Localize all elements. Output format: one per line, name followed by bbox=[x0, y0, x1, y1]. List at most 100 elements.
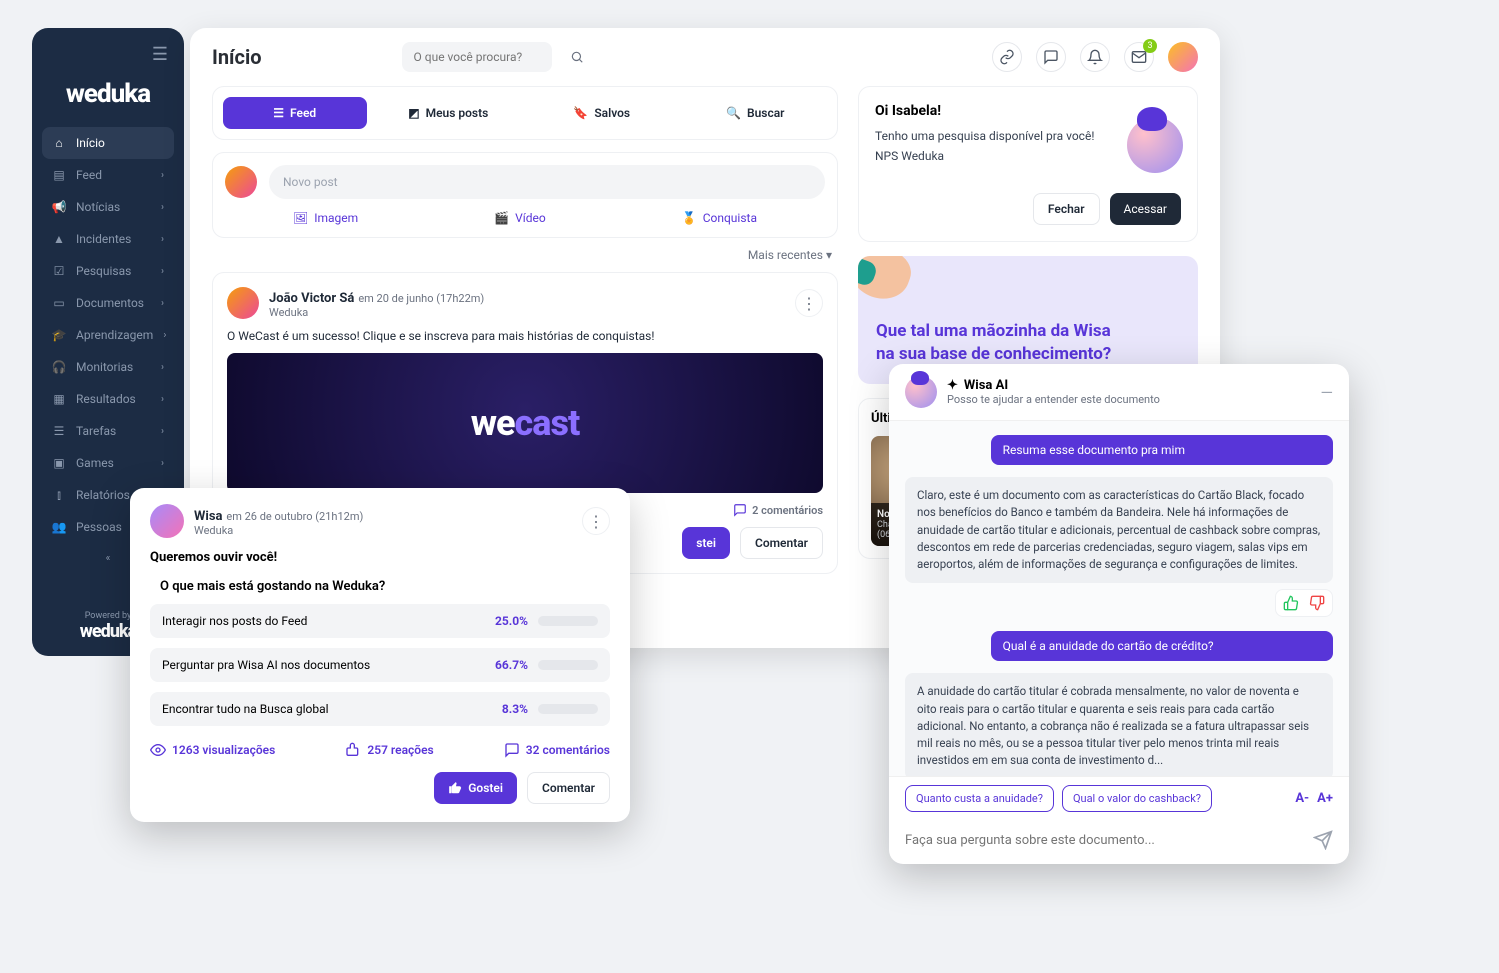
poll-option[interactable]: Interagir nos posts do Feed 25.0% bbox=[150, 604, 610, 638]
poll-option-pct: 8.3% bbox=[484, 702, 528, 716]
poll-option-label: Perguntar pra Wisa AI nos documentos bbox=[162, 658, 484, 672]
suggestion-chip[interactable]: Quanto custa a anuidade? bbox=[905, 785, 1054, 812]
like-button[interactable]: stei bbox=[682, 527, 730, 559]
post-org: Weduka bbox=[269, 306, 484, 319]
sidebar-item-resultados[interactable]: ▦ Resultados › bbox=[42, 383, 174, 415]
feed-icon: ☰ bbox=[273, 106, 284, 120]
megaphone-icon: 📢 bbox=[52, 200, 66, 214]
sidebar-item-noticias[interactable]: 📢 Notícias › bbox=[42, 191, 174, 223]
sidebar-item-label: Pessoas bbox=[76, 520, 122, 534]
sort-dropdown[interactable]: Mais recentes ▾ bbox=[212, 248, 838, 262]
sidebar-item-label: Resultados bbox=[76, 392, 136, 406]
post-menu-button[interactable]: ⋮ bbox=[795, 289, 823, 317]
sidebar-item-inicio[interactable]: ⌂ Início bbox=[42, 127, 174, 159]
font-decrease-button[interactable]: A- bbox=[1295, 791, 1309, 806]
sidebar-item-feed[interactable]: ▤ Feed › bbox=[42, 159, 174, 191]
thumbs-up-icon[interactable] bbox=[1282, 594, 1300, 612]
headphones-icon: 🎧 bbox=[52, 360, 66, 374]
poll-option-label: Encontrar tudo na Busca global bbox=[162, 702, 484, 716]
sidebar-item-documentos[interactable]: ▭ Documentos › bbox=[42, 287, 174, 319]
tasks-icon: ☰ bbox=[52, 424, 66, 438]
ai-message: Claro, este é um documento com as caract… bbox=[905, 477, 1333, 583]
sidebar-item-label: Notícias bbox=[76, 200, 120, 214]
tab-label: Meus posts bbox=[426, 106, 489, 120]
poll-comment-button[interactable]: Comentar bbox=[527, 772, 610, 804]
tab-search[interactable]: 🔍 Buscar bbox=[684, 97, 828, 129]
poll-lead: Queremos ouvir você! bbox=[150, 550, 610, 565]
sidebar-item-label: Incidentes bbox=[76, 232, 131, 246]
topbar-actions: 3 bbox=[992, 42, 1198, 72]
chevron-right-icon: › bbox=[161, 266, 164, 277]
sidebar-item-games[interactable]: ▣ Games › bbox=[42, 447, 174, 479]
feed-icon: ▤ bbox=[52, 168, 66, 182]
sidebar-item-aprendizagem[interactable]: 🎓 Aprendizagem › bbox=[42, 319, 174, 351]
post-timestamp: em 20 de junho (17h22m) bbox=[358, 292, 484, 305]
search-input[interactable] bbox=[414, 50, 570, 64]
caret-down-icon: ▾ bbox=[826, 248, 832, 262]
thumbs-down-icon[interactable] bbox=[1308, 594, 1326, 612]
sidebar-item-label: Documentos bbox=[76, 296, 144, 310]
wisa-ai-panel: ✦Wisa AI Posso te ajudar a entender este… bbox=[889, 364, 1349, 864]
user-avatar[interactable] bbox=[1168, 42, 1198, 72]
notice-title: Oi Isabela! bbox=[875, 103, 1181, 119]
font-increase-button[interactable]: A+ bbox=[1317, 791, 1333, 806]
wisa-text-input[interactable] bbox=[905, 833, 1303, 848]
author-avatar[interactable] bbox=[227, 287, 259, 319]
notice-access-button[interactable]: Acessar bbox=[1110, 193, 1181, 225]
comment-button[interactable]: Comentar bbox=[740, 527, 823, 559]
home-icon: ⌂ bbox=[52, 136, 66, 150]
wisa-avatar-icon bbox=[905, 376, 937, 408]
chat-button[interactable] bbox=[1036, 42, 1066, 72]
minimize-button[interactable]: — bbox=[1321, 383, 1334, 402]
notice-close-button[interactable]: Fechar bbox=[1033, 193, 1100, 225]
poll-menu-button[interactable]: ⋮ bbox=[582, 507, 610, 535]
poll-option[interactable]: Encontrar tudo na Busca global 8.3% bbox=[150, 692, 610, 726]
wisa-avatar bbox=[150, 504, 184, 538]
survey-icon: ☑ bbox=[52, 264, 66, 278]
tab-saved[interactable]: 🔖 Salvos bbox=[530, 97, 674, 129]
mail-button[interactable]: 3 bbox=[1124, 42, 1154, 72]
poll-views: 1263 visualizações bbox=[150, 742, 275, 758]
hand-icon bbox=[858, 256, 917, 307]
poll-comments: 32 comentários bbox=[504, 742, 610, 758]
newpost-achievement[interactable]: 🏅Conquista bbox=[682, 211, 757, 225]
send-icon[interactable] bbox=[1313, 830, 1333, 850]
sidebar-item-label: Pesquisas bbox=[76, 264, 131, 278]
post-author: João Victor Sá bbox=[269, 291, 354, 306]
newpost-input[interactable]: Novo post bbox=[269, 165, 825, 199]
link-button[interactable] bbox=[992, 42, 1022, 72]
bell-button[interactable] bbox=[1080, 42, 1110, 72]
ai-message: A anuidade do cartão titular é cobrada m… bbox=[905, 673, 1333, 776]
wisa-subtitle: Posso te ajudar a entender este document… bbox=[947, 393, 1160, 406]
poll-like-button[interactable]: Gostei bbox=[434, 772, 517, 804]
sidebar-item-label: Aprendizagem bbox=[76, 328, 153, 342]
sidebar-item-tarefas[interactable]: ☰ Tarefas › bbox=[42, 415, 174, 447]
newpost-video[interactable]: 🎬Vídeo bbox=[494, 211, 546, 225]
game-icon: ▣ bbox=[52, 456, 66, 470]
sidebar-hamburger-icon[interactable]: ☰ bbox=[42, 40, 174, 73]
user-message: Resuma esse documento pra mim bbox=[991, 435, 1333, 465]
sidebar-item-monitorias[interactable]: 🎧 Monitorias › bbox=[42, 351, 174, 383]
suggestion-chip[interactable]: Qual o valor do cashback? bbox=[1062, 785, 1212, 812]
poll-bar bbox=[538, 660, 598, 670]
poll-option-label: Interagir nos posts do Feed bbox=[162, 614, 484, 628]
user-message: Qual é a anuidade do cartão de crédito? bbox=[991, 631, 1333, 661]
user-icon: ◩ bbox=[408, 106, 419, 120]
post-hero-image[interactable]: wecast bbox=[227, 353, 823, 493]
search-field[interactable] bbox=[402, 42, 552, 72]
sidebar-item-incidentes[interactable]: ▲ Incidentes › bbox=[42, 223, 174, 255]
tab-myposts[interactable]: ◩ Meus posts bbox=[377, 97, 521, 129]
wisa-mascot-icon bbox=[1127, 117, 1183, 173]
topbar: Início 3 bbox=[190, 28, 1220, 86]
chart-icon: ⫾ bbox=[52, 488, 66, 502]
poll-option[interactable]: Perguntar pra Wisa AI nos documentos 66.… bbox=[150, 648, 610, 682]
sort-label: Mais recentes bbox=[748, 248, 823, 262]
poll-author: Wisa bbox=[194, 509, 222, 524]
chevron-right-icon: › bbox=[161, 458, 164, 469]
promo-title: Que tal uma mãozinha da Wisa na sua base… bbox=[876, 320, 1180, 366]
newpost-image[interactable]: 🖼Imagem bbox=[293, 211, 358, 225]
sidebar-item-pesquisas[interactable]: ☑ Pesquisas › bbox=[42, 255, 174, 287]
poll-card: Wisa em 26 de outubro (21h12m) Weduka ⋮ … bbox=[130, 488, 630, 822]
post-comments-count[interactable]: 2 comentários bbox=[733, 503, 823, 517]
tab-feed[interactable]: ☰ Feed bbox=[223, 97, 367, 129]
